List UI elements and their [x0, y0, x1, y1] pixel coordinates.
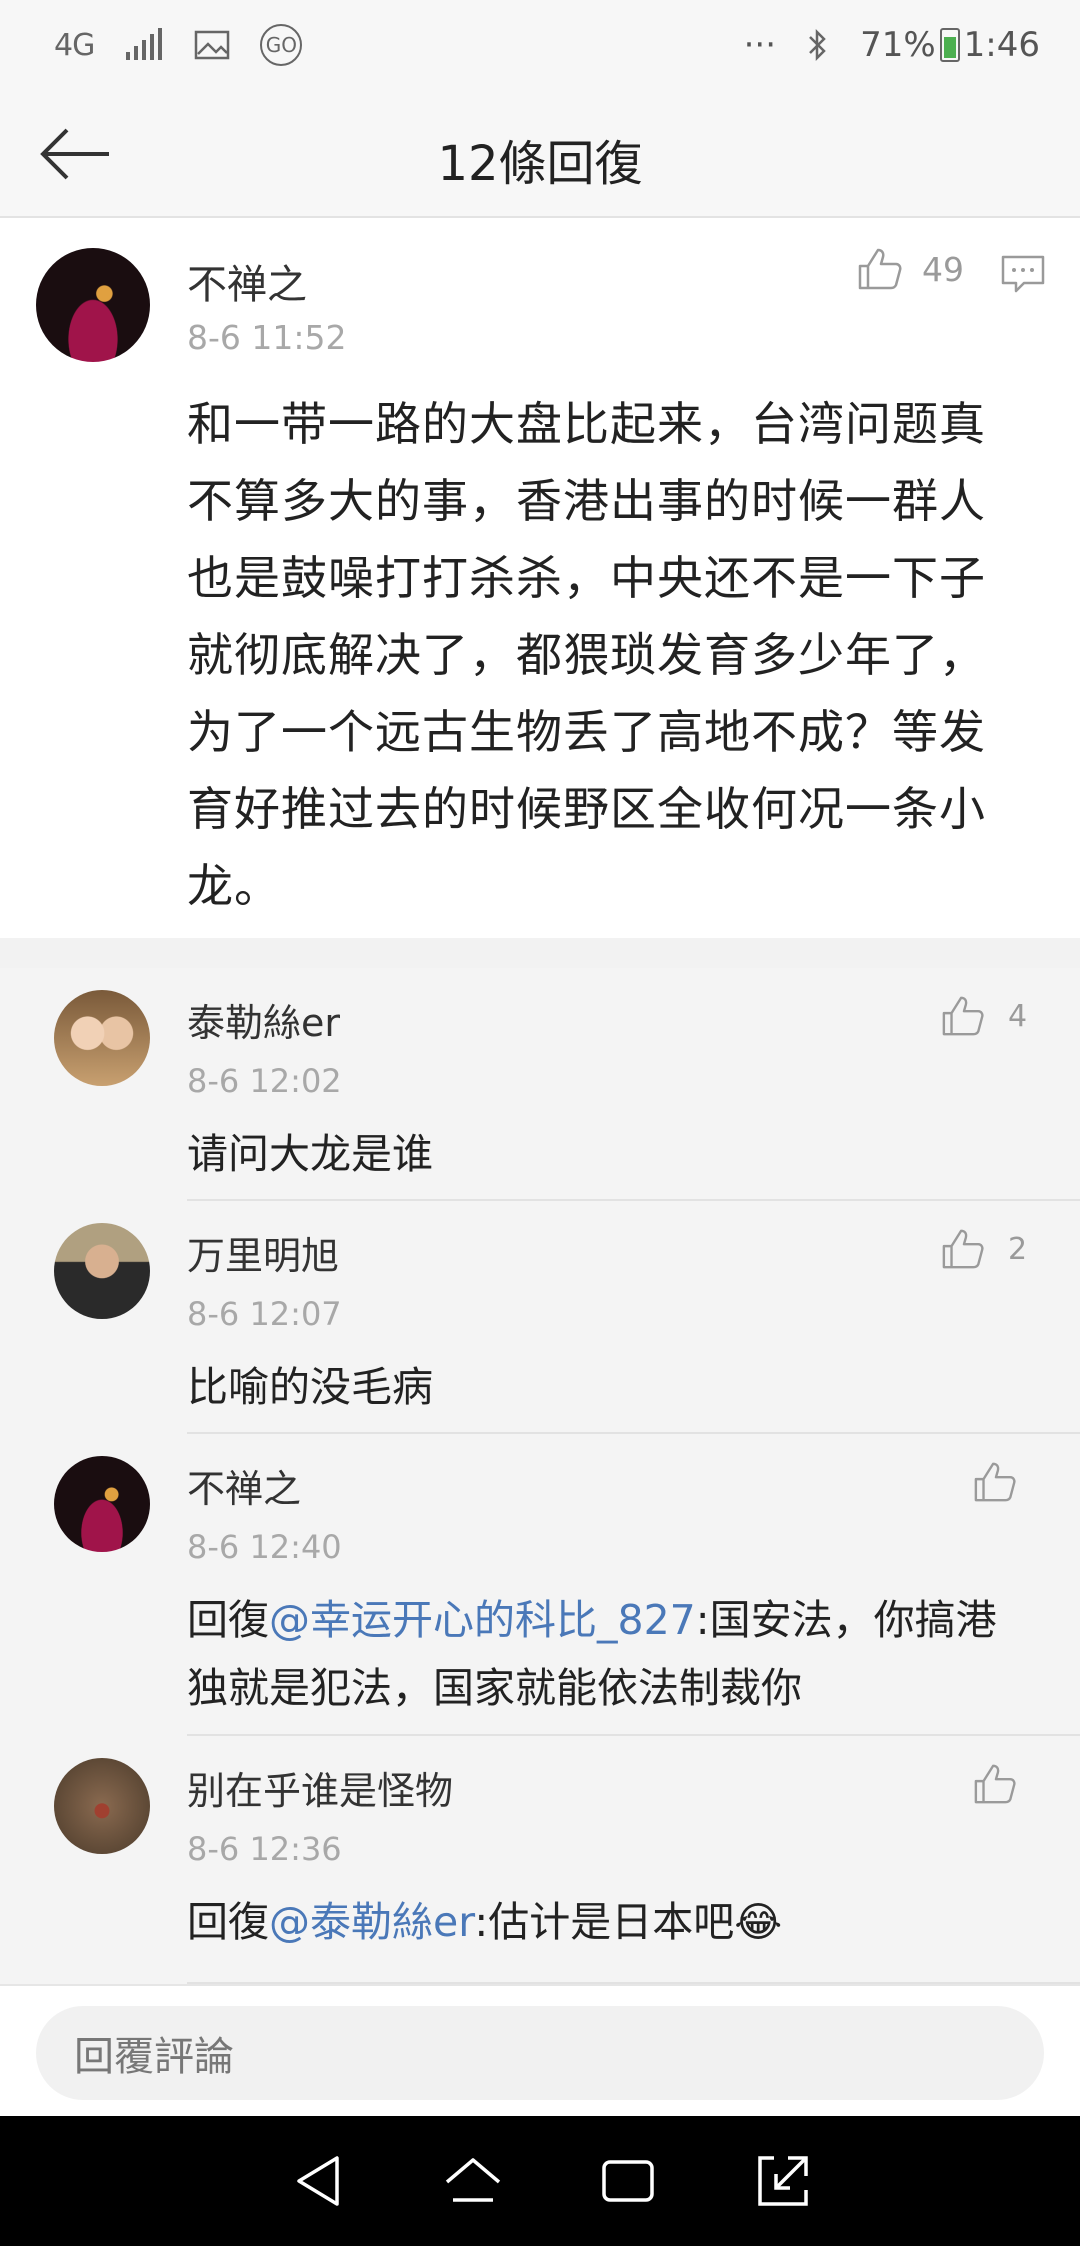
page-title: 12條回復 [437, 136, 643, 192]
comment-time: 8-6 11:52 [187, 318, 347, 357]
reply-author[interactable]: 别在乎谁是怪物 [187, 1760, 453, 1815]
like-count: 49 [922, 249, 964, 289]
thumbs-up-icon [942, 996, 984, 1036]
reply-prefix: 回復 [187, 1596, 269, 1644]
reply-prefix: 回復 [187, 1898, 269, 1946]
expand-icon [757, 2156, 808, 2206]
header: 12條回復 [0, 90, 1080, 218]
reply-input-bar: 回覆評論 [0, 1984, 1080, 2116]
reply-text: 回復@泰勒絲er:估计是日本吧😂 [187, 1888, 1023, 1956]
like-button[interactable] [972, 1460, 1018, 1504]
reply-input[interactable]: 回覆評論 [36, 2006, 1044, 2100]
system-nav-bar [0, 2116, 1080, 2246]
clock: 1:46 [963, 25, 1040, 65]
go-icon: GO [260, 24, 303, 66]
reply-text: 请问大龙是谁 [187, 1130, 433, 1178]
list-item: 不禅之 8-6 12:40 回復@幸运开心的科比_827:国安法，你搞港独就是犯… [0, 1434, 1080, 1736]
list-item: 别在乎谁是怪物 8-6 12:36 回復@泰勒絲er:估计是日本吧😂 [0, 1736, 1080, 1984]
nav-expand-button[interactable] [738, 2136, 828, 2226]
nav-back-button[interactable] [273, 2136, 363, 2226]
reply-time: 8-6 12:02 [187, 1062, 342, 1100]
like-count: 4 [1008, 998, 1028, 1034]
home-icon [445, 2158, 500, 2202]
battery-percent: 71% [860, 25, 936, 65]
recents-icon [601, 2160, 654, 2202]
thumbs-up-icon [858, 248, 902, 290]
reply-time: 8-6 12:40 [187, 1528, 342, 1566]
thumbs-up-icon [974, 1462, 1016, 1502]
reply-time: 8-6 12:07 [187, 1295, 342, 1333]
thumbs-up-icon [974, 1764, 1016, 1804]
reply-body: :估计是日本吧😂 [474, 1898, 783, 1946]
mention-link[interactable]: @幸运开心的科比_827 [269, 1596, 696, 1644]
main-comment: 不禅之 8-6 11:52 49 和一带一路的大盘比起来，台湾问题真不算多大的事… [0, 218, 1080, 938]
reply-text: 比喻的没毛病 [187, 1363, 433, 1411]
reply-author[interactable]: 泰勒絲er [187, 992, 340, 1047]
more-notifications-icon: ··· [743, 25, 777, 65]
bluetooth-icon [806, 27, 830, 63]
avatar[interactable] [54, 1758, 150, 1854]
signal-icon [124, 28, 164, 62]
like-button[interactable] [972, 1762, 1018, 1806]
comment-text: 和一带一路的大盘比起来，台湾问题真不算多大的事，香港出事的时候一群人也是鼓噪打打… [187, 397, 986, 913]
avatar[interactable] [36, 248, 150, 362]
reply-author[interactable]: 万里明旭 [187, 1225, 339, 1280]
nav-recents-button[interactable] [583, 2136, 673, 2226]
thumbs-up-icon [942, 1229, 984, 1269]
list-item: 万里明旭 8-6 12:07 2 比喻的没毛病 [0, 1201, 1080, 1434]
like-button[interactable]: 4 [940, 994, 1027, 1038]
back-triangle-icon [296, 2156, 339, 2206]
comment-author[interactable]: 不禅之 [187, 252, 307, 310]
battery-icon [939, 28, 960, 62]
like-count: 2 [1008, 1231, 1028, 1267]
reply-text: 回復@幸运开心的科比_827:国安法，你搞港独就是犯法，国家就能依法制裁你 [187, 1586, 1023, 1722]
avatar[interactable] [54, 990, 150, 1086]
nav-home-button[interactable] [428, 2136, 518, 2226]
mention-link[interactable]: @泰勒絲er [269, 1898, 474, 1946]
status-bar: 4G GO ··· 71% 1:46 [0, 0, 1080, 90]
reply-list: 泰勒絲er 8-6 12:02 4 请问大龙是谁 万里明旭 8-6 12:07 … [0, 968, 1080, 1984]
like-button[interactable]: 49 [856, 246, 964, 292]
comment-icon [1001, 255, 1045, 293]
avatar[interactable] [54, 1223, 150, 1319]
reply-time: 8-6 12:36 [187, 1830, 342, 1868]
reply-button[interactable] [1000, 254, 1046, 298]
list-item: 泰勒絲er 8-6 12:02 4 请问大龙是谁 [0, 968, 1080, 1201]
reply-author[interactable]: 不禅之 [187, 1458, 301, 1513]
like-button[interactable]: 2 [940, 1227, 1027, 1271]
avatar[interactable] [54, 1456, 150, 1552]
image-icon [194, 30, 230, 60]
network-type-icon: 4G [54, 27, 95, 63]
